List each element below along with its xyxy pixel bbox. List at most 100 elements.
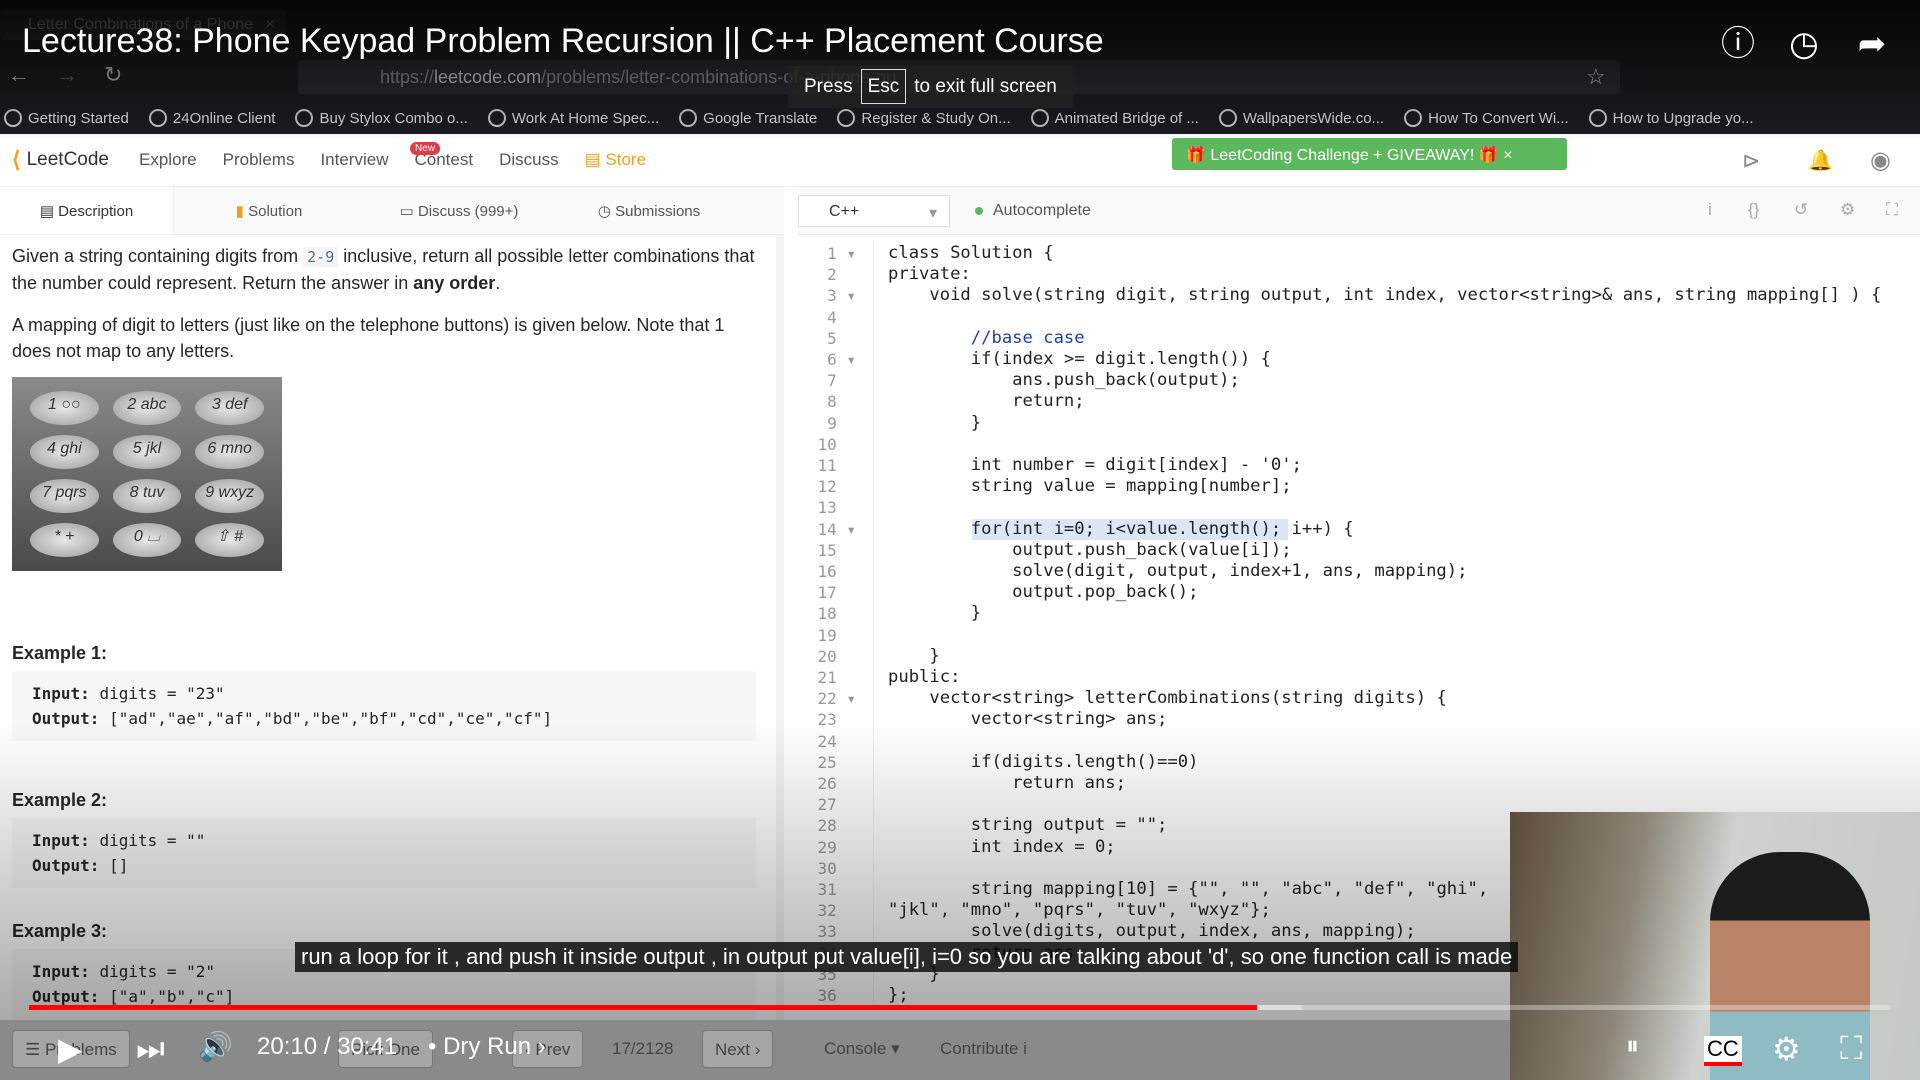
bold-text: any order (413, 273, 496, 293)
store-label: Store (605, 150, 647, 169)
logo-text: LeetCode (26, 149, 109, 170)
text: . (495, 273, 501, 293)
settings-gear-icon[interactable]: ⚙ (1772, 1030, 1801, 1068)
code-line: string value = mapping[number]; (888, 476, 1292, 497)
bookmark-star-icon[interactable]: ☆ (1586, 64, 1606, 90)
label: Next (715, 1040, 750, 1059)
nav-store[interactable]: ▤ Store (585, 150, 646, 170)
bookmark-label: Animated Bridge of ... (1054, 109, 1199, 127)
reload-icon[interactable]: ↻ (104, 62, 122, 88)
line-number: 13 (817, 498, 856, 518)
current-time: 20:10 (257, 1033, 318, 1060)
bookmark-item[interactable]: Buy Stylox Combo o... (295, 109, 468, 127)
settings-icon[interactable]: ⚙ (1840, 200, 1855, 220)
braces-icon[interactable]: {} (1748, 200, 1759, 220)
globe-icon (1030, 109, 1049, 127)
label: Contribute (940, 1039, 1019, 1058)
line-number: 18 (817, 604, 856, 624)
next-video-icon[interactable]: ⏭ (136, 1030, 165, 1068)
info-icon[interactable]: ⓘ (1718, 24, 1758, 64)
back-icon[interactable]: ← (8, 62, 30, 88)
forward-icon[interactable]: → (56, 62, 78, 88)
bell-icon[interactable]: 🔔 (1808, 148, 1833, 173)
exit-fullscreen-icon[interactable]: ⛶ (1840, 1030, 1862, 1068)
bookmark-item[interactable]: Getting Started (4, 109, 129, 127)
nav-interview[interactable]: Interview (320, 150, 388, 170)
keypad-key: ⇧ # (195, 523, 264, 557)
volume-icon[interactable]: 🔊 (198, 1030, 233, 1063)
code-line: void solve(string digit, string output, … (888, 285, 1882, 306)
code-line: //base case (888, 327, 1085, 348)
share-icon[interactable]: ➦ (1852, 24, 1892, 64)
store-icon: ▤ (584, 150, 606, 169)
progress-bar[interactable] (29, 1005, 1890, 1010)
line-number: 17 (817, 583, 856, 603)
expand-icon[interactable]: ⛶ (1886, 200, 1898, 220)
leetcode-logo-icon: ⟨ (12, 147, 21, 172)
leetcode-logo[interactable]: ⟨ LeetCode (12, 147, 109, 173)
bookmarks-bar: Getting Started 24Online Client Buy Stylox… (0, 104, 1920, 132)
line-number: 19 (817, 625, 856, 645)
code-line: solve(digit, output, index+1, ans, mappi… (888, 561, 1468, 581)
bookmark-item[interactable]: WallpapersWide.co... (1218, 109, 1384, 127)
bookmark-item[interactable]: Register & Study On... (837, 109, 1011, 127)
watch-later-icon[interactable]: ◷ (1784, 24, 1824, 64)
nav-problems[interactable]: Problems (223, 150, 295, 170)
code-line: if(index >= digit.length()) { (888, 349, 1271, 369)
info-icon[interactable]: i (1708, 200, 1712, 220)
bookmark-item[interactable]: 24Online Client (148, 109, 275, 127)
playground-icon[interactable]: ⊳ (1742, 148, 1760, 174)
line-number: 5 (827, 328, 856, 348)
code-line: public: (888, 667, 961, 687)
language-value: C++ (829, 203, 860, 220)
autocomplete-toggle[interactable]: Autocomplete (975, 202, 1091, 220)
play-icon[interactable]: ▶ (58, 1030, 83, 1068)
bookmark-item[interactable]: How to Upgrade yo... (1588, 109, 1754, 127)
line-number: 12 (817, 477, 856, 497)
reset-icon[interactable]: ↺ (1794, 200, 1808, 220)
bookmark-item[interactable]: Animated Bridge of ... (1030, 109, 1199, 127)
globe-icon (295, 109, 314, 127)
line-number: 15 (817, 540, 856, 560)
tab-label: Submissions (615, 203, 701, 220)
tab-description[interactable]: ▤ Description (0, 187, 174, 234)
challenge-banner[interactable]: 🎁 LeetCoding Challenge + GIVEAWAY! 🎁 × (1172, 138, 1567, 170)
bookmark-label: Google Translate (703, 109, 818, 127)
phone-keypad-image: 1 ○○ 2 abc 3 def 4 ghi 5 jkl 6 mno 7 pqrs 8 tuv… (12, 377, 282, 571)
line-number: 20 (817, 646, 856, 666)
code-line: for(int i=0; i<value.length(); i++) { (888, 518, 1354, 540)
avatar[interactable]: ◉ (1870, 146, 1891, 175)
line-number: 10 (817, 434, 856, 454)
time-display: 20:10 / 30:41 (257, 1033, 398, 1060)
tab-submissions[interactable]: ◷ Submissions (554, 187, 744, 234)
language-select[interactable]: C++ ▾ (798, 195, 950, 227)
text: Given a string containing digits from (12, 246, 304, 266)
tab-solution[interactable]: ▮ Solution (174, 187, 364, 234)
played-bar (29, 1005, 1258, 1010)
captions-icon[interactable]: CC (1704, 1036, 1742, 1066)
bookmark-item[interactable]: How To Convert Wi... (1404, 109, 1569, 127)
console-button[interactable]: Console ▾ (824, 1039, 900, 1059)
problem-tabs: ▤ Description ▮ Solution ▭ Discuss (999+… (0, 187, 784, 235)
bookmark-item[interactable]: Work At Home Spec... (487, 109, 659, 127)
line-number: 9 (827, 413, 856, 433)
nav-discuss[interactable]: Discuss (499, 150, 559, 170)
bookmark-label: Register & Study On... (861, 109, 1011, 127)
next-button[interactable]: Next › (702, 1030, 774, 1068)
code-line: output.pop_back(); (888, 582, 1199, 603)
globe-icon (487, 109, 506, 127)
nav-explore[interactable]: Explore (139, 150, 197, 170)
chapter-button[interactable]: • Dry Run › (428, 1033, 546, 1061)
line-number: 4 (827, 307, 856, 327)
bookmark-item[interactable]: Google Translate (679, 109, 817, 127)
globe-icon (4, 109, 22, 127)
new-badge: New (410, 142, 441, 155)
line-number: 16 (817, 562, 856, 581)
keypad-key: 3 def (195, 391, 264, 425)
autoplay-toggle[interactable]: ⏸ (1626, 1030, 1639, 1062)
video-title: Lecture38: Phone Keypad Problem Recursio… (22, 22, 1104, 60)
example-title: Example 1: (12, 643, 108, 663)
description-paragraph: Given a string containing digits from 2-… (12, 243, 764, 296)
tab-discuss[interactable]: ▭ Discuss (999+) (364, 187, 554, 234)
contribute-button[interactable]: Contribute i (940, 1039, 1027, 1059)
